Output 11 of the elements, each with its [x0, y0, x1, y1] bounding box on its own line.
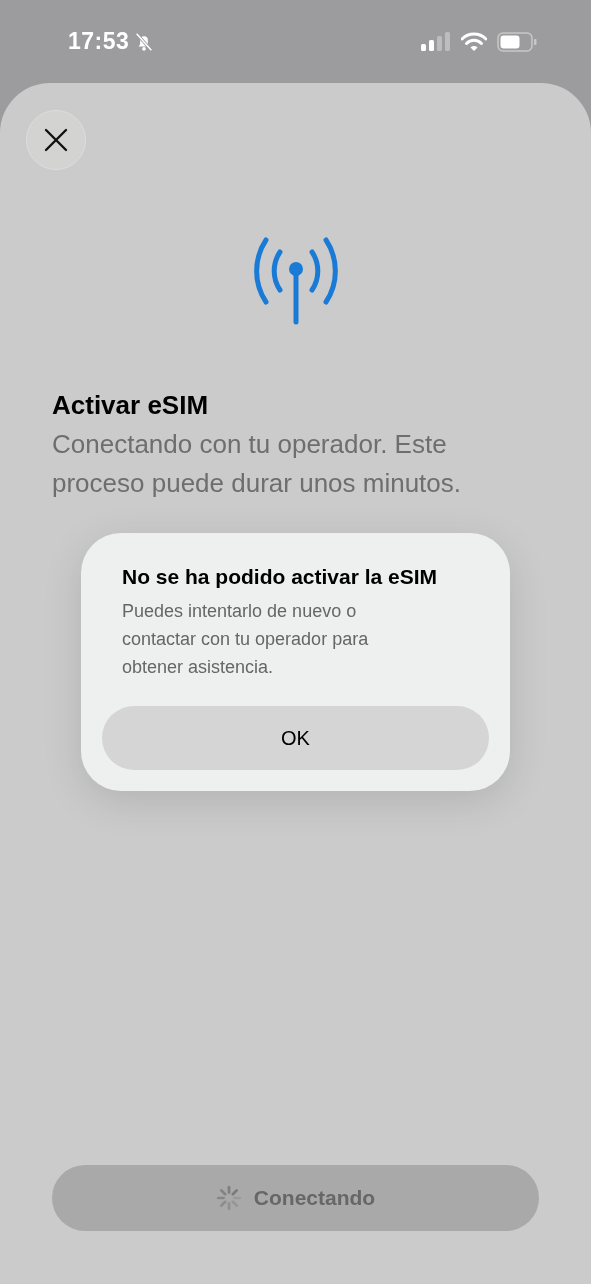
sheet-subtitle: Conectando con tu operador. Este proceso puede durar unos minutos.: [52, 428, 463, 500]
status-time: 17:53: [68, 28, 130, 55]
sheet-title: Activar eSIM: [52, 390, 210, 421]
wifi-icon: [461, 31, 487, 52]
close-icon: [44, 128, 68, 152]
signal-icon: [421, 31, 451, 52]
spinner-icon: [215, 1185, 242, 1211]
alert-title: No se ha podido activar la eSIM: [122, 565, 439, 589]
ok-button[interactable]: OK: [102, 706, 489, 770]
alert-message: Puedes intentarlo de nuevo o contactar con tu operador para obtener asistencia.: [122, 600, 370, 679]
battery-icon: [497, 31, 537, 52]
